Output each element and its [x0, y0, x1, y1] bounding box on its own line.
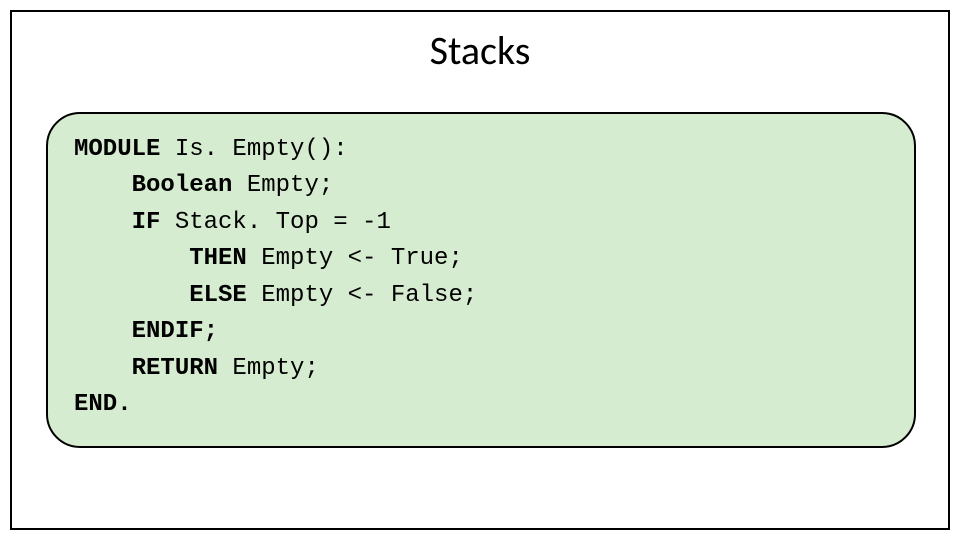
code-line: ELSE Empty <- False;	[74, 278, 888, 314]
code-line: THEN Empty <- True;	[74, 241, 888, 277]
code-line: ENDIF;	[74, 314, 888, 350]
code-line: MODULE Is. Empty():	[74, 132, 888, 168]
keyword-module: MODULE	[74, 136, 160, 163]
code-line: RETURN Empty;	[74, 351, 888, 387]
keyword-end: END.	[74, 391, 132, 418]
keyword-return: RETURN	[74, 355, 218, 382]
slide-frame: Stacks MODULE Is. Empty(): Boolean Empty…	[10, 10, 950, 530]
code-text: Empty;	[232, 172, 333, 199]
keyword-then: THEN	[74, 245, 247, 272]
code-text: Empty <- True;	[247, 245, 463, 272]
keyword-if: IF	[74, 209, 160, 236]
code-line: Boolean Empty;	[74, 168, 888, 204]
code-text: Stack. Top = -1	[160, 209, 390, 236]
keyword-else: ELSE	[74, 282, 247, 309]
code-text: Empty;	[218, 355, 319, 382]
code-text: Is. Empty():	[160, 136, 347, 163]
code-line: IF Stack. Top = -1	[74, 205, 888, 241]
slide-title: Stacks	[12, 26, 948, 75]
keyword-endif: ENDIF;	[74, 318, 218, 345]
code-text: Empty <- False;	[247, 282, 477, 309]
code-line: END.	[74, 387, 888, 423]
keyword-boolean: Boolean	[74, 172, 232, 199]
pseudocode-box: MODULE Is. Empty(): Boolean Empty; IF St…	[46, 112, 916, 448]
